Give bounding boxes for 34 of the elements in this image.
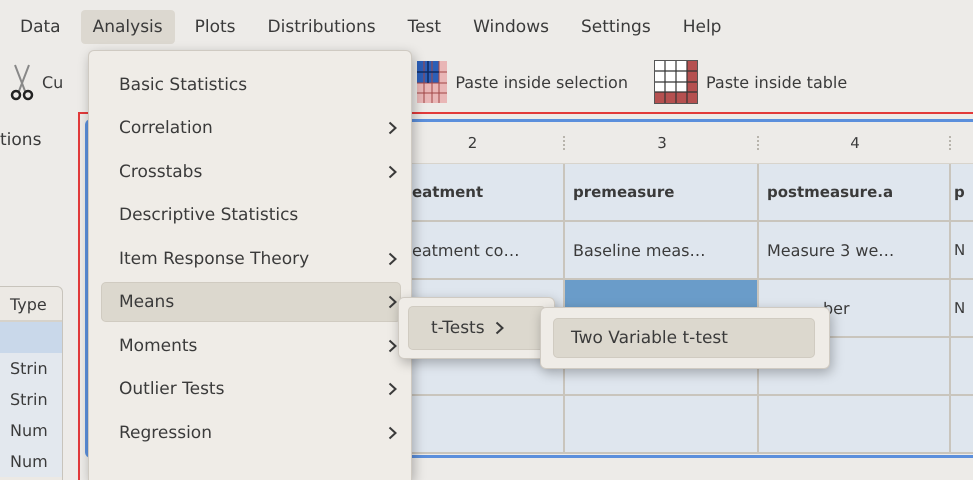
menu-item[interactable]: Settings — [568, 10, 663, 44]
toolbar-button[interactable]: Paste inside table — [654, 60, 848, 104]
menu-item[interactable]: Data — [8, 10, 73, 44]
table-cell: N — [951, 280, 973, 338]
toolbar-button[interactable]: Paste inside selection — [417, 61, 628, 103]
header-cell: postmeasure.a — [759, 164, 951, 222]
menu-item[interactable]: Distributions — [256, 10, 388, 44]
menu-item[interactable]: Regression — [101, 412, 401, 452]
header-cell: p — [951, 164, 973, 222]
list-row[interactable]: Strin — [0, 384, 62, 415]
scissors-icon — [10, 63, 34, 101]
menu-item[interactable]: Outlier Tests — [101, 369, 401, 409]
menu-item[interactable]: t-Tests — [408, 306, 546, 350]
menu-item[interactable]: Moments — [101, 326, 401, 366]
toolbar-button[interactable]: Cu — [10, 63, 64, 101]
grid-paste-icon — [417, 61, 448, 103]
list-row[interactable] — [0, 322, 62, 353]
table-cell: N — [951, 222, 973, 280]
menu-item[interactable]: Help — [670, 10, 734, 44]
list-row[interactable]: Num — [0, 446, 62, 477]
menu-item[interactable]: Analysis — [80, 10, 175, 44]
table-cell: Measure 3 we… — [759, 222, 951, 280]
menu-item[interactable]: Two Variable t-test — [553, 318, 815, 358]
menu-item[interactable]: Plots — [182, 10, 248, 44]
header-cell: premeasure — [565, 164, 759, 222]
list-row[interactable]: Num — [0, 415, 62, 446]
menu-item[interactable]: Windows — [461, 10, 561, 44]
menu-item[interactable]: Test — [396, 10, 454, 44]
menu-item[interactable]: Basic Statistics — [101, 64, 401, 104]
table-cell: Baseline meas… — [565, 222, 759, 280]
panel-label: tions — [0, 129, 42, 152]
table-paste-icon — [654, 60, 698, 104]
list-row[interactable]: Strin — [0, 353, 62, 384]
menu-item[interactable]: Means — [101, 282, 401, 322]
